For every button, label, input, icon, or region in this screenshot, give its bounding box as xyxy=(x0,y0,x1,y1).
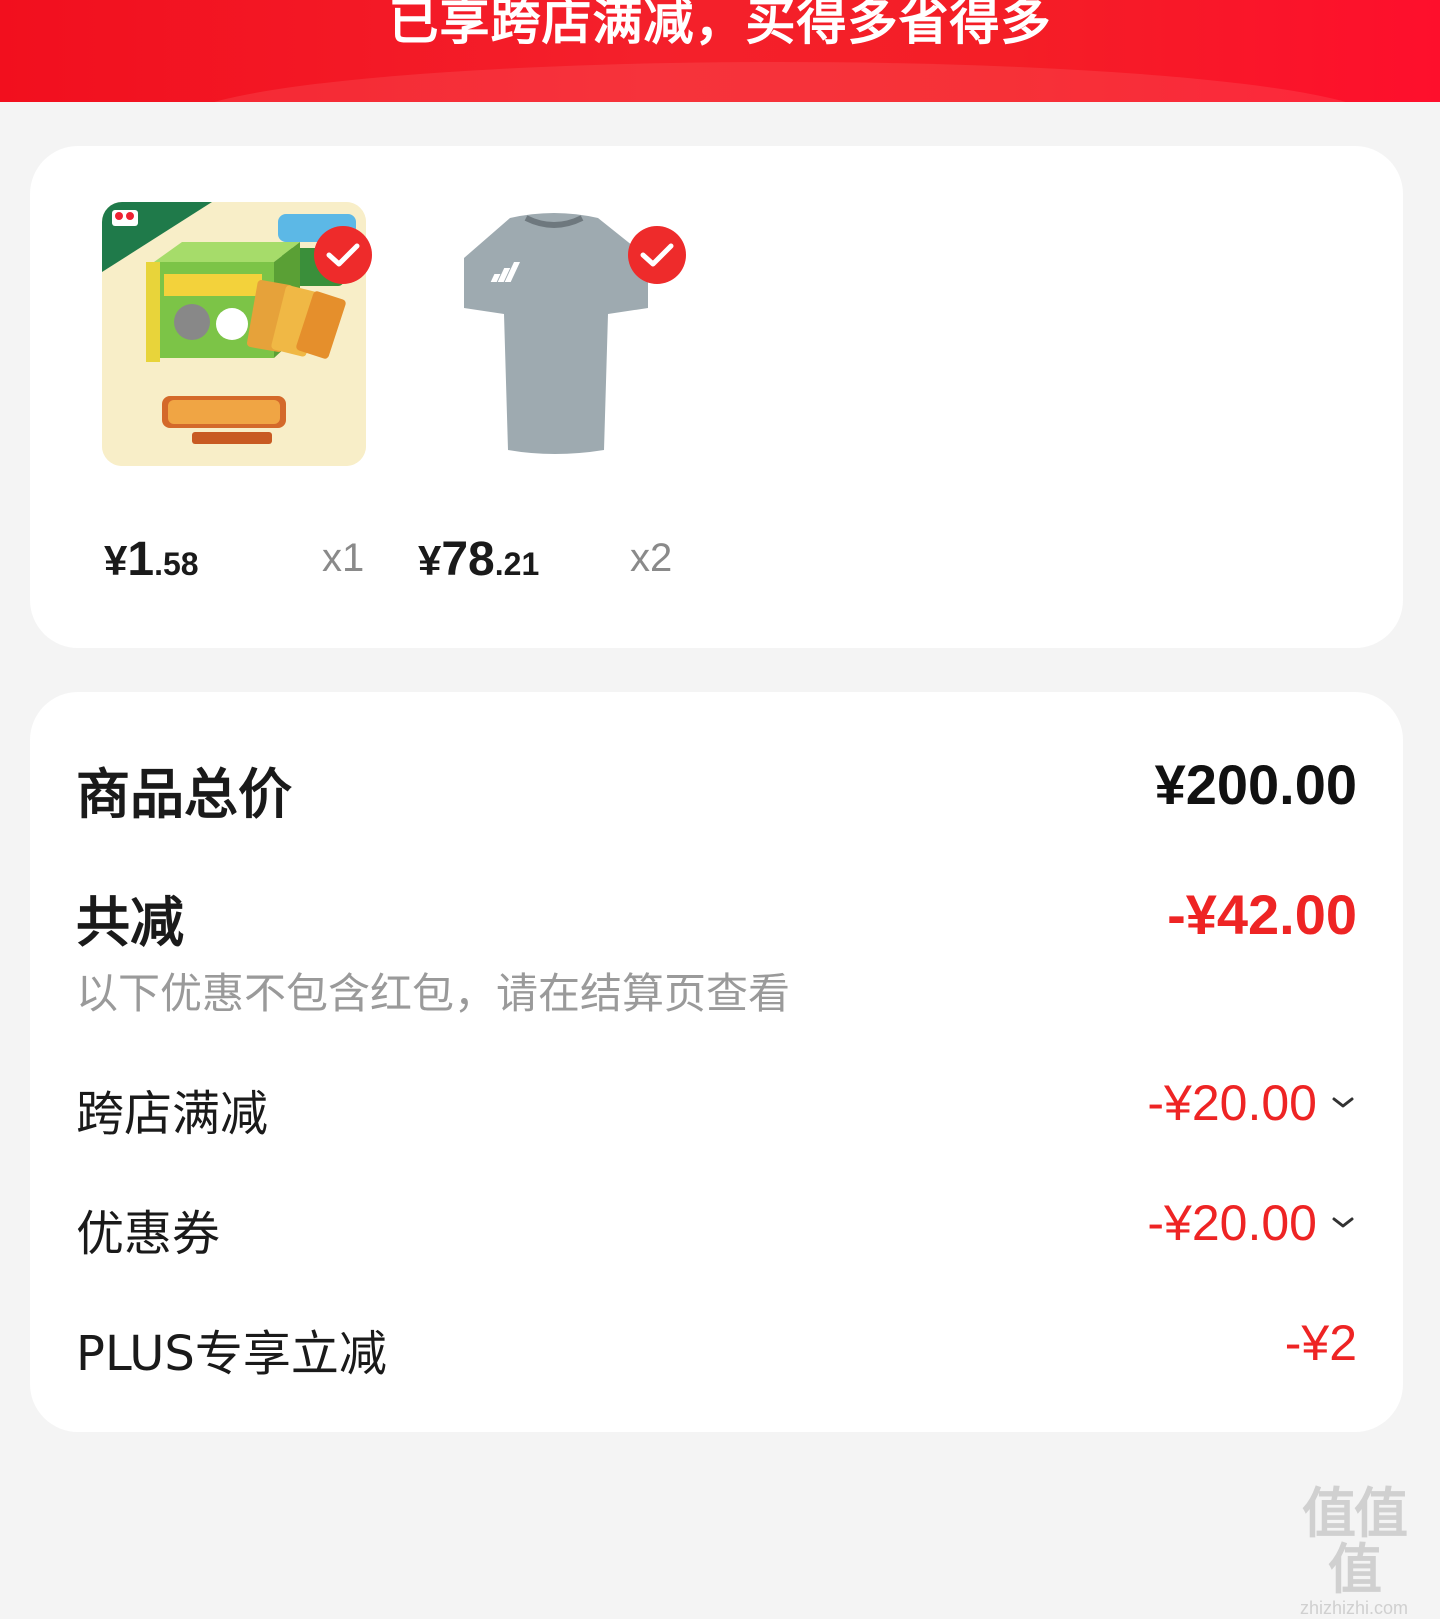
plus-discount-value: -¥2 xyxy=(1284,1315,1357,1371)
checkbox-checked-icon[interactable] xyxy=(628,226,686,284)
watermark-text: zhizhizhi.com xyxy=(1299,1598,1409,1618)
plus-discount-label: PLUS专享立减 xyxy=(76,1326,387,1382)
watermark-glyphs: 值值值 xyxy=(1302,1482,1408,1601)
checkbox-checked-icon[interactable] xyxy=(314,226,372,284)
discount-note: 以下优惠不包含红包，请在结算页查看 xyxy=(76,969,791,1018)
coupon-discount-label: 优惠券 xyxy=(76,1206,221,1262)
product-price: ¥1.58 xyxy=(104,533,199,586)
price-summary-card: 商品总价 ¥200.00 共减 -¥42.00 以下优惠不包含红包，请在结算页查… xyxy=(30,692,1403,1432)
site-watermark: 值值值 zhizhizhi.com xyxy=(1284,1486,1424,1619)
total-discount-value: -¥42.00 xyxy=(1167,883,1357,946)
total-price-value: ¥200.00 xyxy=(1154,753,1357,816)
chevron-down-icon xyxy=(1332,1097,1354,1108)
banner-title: 已享跨店满减，买得多省得多 xyxy=(388,0,1052,51)
coupon-discount-toggle[interactable]: -¥20.00 xyxy=(1147,1194,1357,1252)
selected-products-card: ¥1.58 x1 ¥78.21 x2 xyxy=(30,146,1403,648)
product-quantity: x1 xyxy=(322,536,365,580)
product-price: ¥78.21 xyxy=(418,533,540,586)
chevron-down-icon xyxy=(1332,1217,1354,1228)
cross-store-discount-toggle[interactable]: -¥20.00 xyxy=(1147,1074,1357,1132)
total-discount-label: 共减 xyxy=(76,891,184,954)
cross-store-discount-label: 跨店满减 xyxy=(76,1086,269,1142)
total-price-label: 商品总价 xyxy=(76,763,292,826)
promo-banner: 已享跨店满减，买得多省得多 xyxy=(0,0,1440,102)
coupon-discount-value: -¥20.00 xyxy=(1147,1195,1317,1251)
cross-store-discount-value: -¥20.00 xyxy=(1147,1075,1317,1131)
product-quantity: x2 xyxy=(630,536,673,580)
